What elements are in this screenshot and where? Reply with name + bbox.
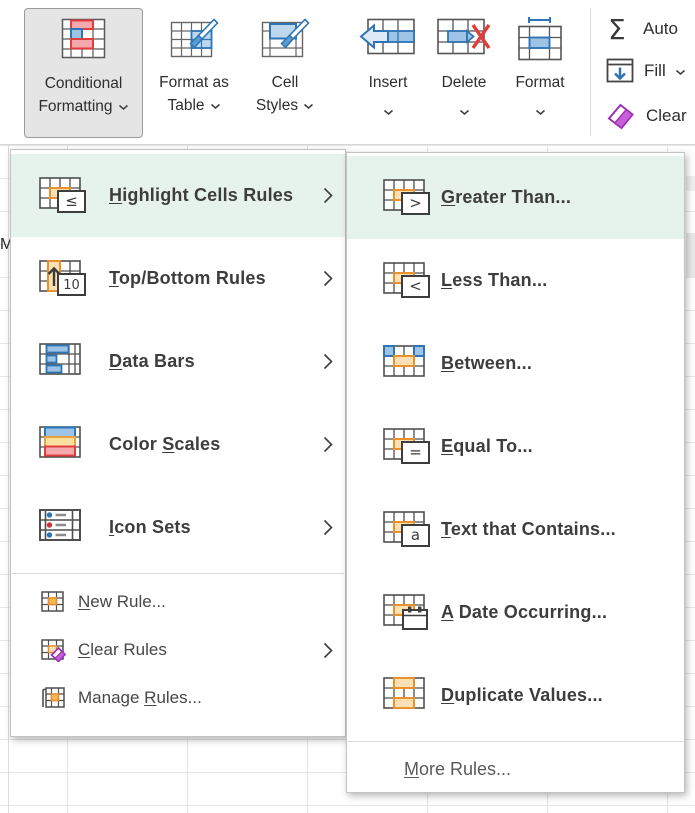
fill-down-icon <box>606 57 635 84</box>
chevron-down-icon <box>383 103 394 121</box>
less-than-icon: < <box>383 262 431 300</box>
submenu-item-less-than[interactable]: <Less Than... <box>347 239 684 322</box>
svg-text:<: < <box>409 277 422 295</box>
sigma-icon: Σ <box>606 13 634 45</box>
format-label: Format <box>515 71 564 94</box>
equal-to-icon: = <box>383 428 431 466</box>
text-that-contains-icon: a <box>383 511 431 549</box>
submenu-item-text-that-contains[interactable]: aText that Contains... <box>347 488 684 571</box>
svg-text:Σ: Σ <box>608 13 626 45</box>
insert-label: Insert <box>369 71 408 94</box>
format-as-table-icon <box>170 17 219 61</box>
svg-text:≤: ≤ <box>65 192 78 210</box>
submenu-arrow-icon <box>323 519 333 536</box>
ribbon-group-divider <box>590 8 591 136</box>
submenu-item-greater-than[interactable]: >Greater Than... <box>347 156 684 239</box>
delete-label: Delete <box>442 71 487 94</box>
between-icon <box>383 345 431 383</box>
spreadsheet-cell-fragment <box>686 233 695 277</box>
menu-separator <box>348 741 683 742</box>
delete-button[interactable]: Delete <box>428 8 500 136</box>
conditional-formatting-label: ConditionalFormatting <box>38 72 128 119</box>
fill-label: Fill <box>644 61 666 81</box>
menu-item-icon-sets[interactable]: Icon Sets <box>11 486 345 569</box>
menu-item-clear-rules[interactable]: Clear Rules <box>11 626 345 674</box>
data-bars-icon <box>39 343 87 381</box>
svg-text:a: a <box>411 526 420 544</box>
clear-rules-icon <box>41 638 66 662</box>
menu-item-manage-rules[interactable]: Manage Rules... <box>11 674 345 722</box>
cell-styles-label: CellStyles <box>256 71 314 118</box>
chevron-down-icon <box>535 103 546 121</box>
fill-button[interactable]: Fill <box>606 57 686 84</box>
format-as-table-label: Format asTable <box>159 71 229 118</box>
chevron-down-icon <box>210 94 221 117</box>
conditional-formatting-icon <box>61 18 107 60</box>
format-button[interactable]: Format <box>504 8 576 136</box>
submenu-item-equal-to[interactable]: =Equal To... <box>347 405 684 488</box>
chevron-down-icon <box>303 94 314 117</box>
highlight-cells-rules-submenu: >Greater Than...<Less Than...Between...=… <box>346 152 685 793</box>
conditional-formatting-menu: ≤Highlight Cells Rules10Top/Bottom Rules… <box>10 149 346 737</box>
duplicate-values-icon <box>383 677 431 715</box>
menu-separator <box>12 573 344 574</box>
svg-text:=: = <box>409 443 422 461</box>
greater-than-icon: > <box>383 179 431 217</box>
eraser-icon <box>606 100 637 131</box>
submenu-arrow-icon <box>323 642 333 659</box>
spreadsheet-cell-fragment <box>686 176 695 191</box>
top-bottom-rules-icon: 10 <box>39 260 87 298</box>
submenu-item-a-date-occurring[interactable]: A Date Occurring... <box>347 571 684 654</box>
menu-item-new-rule[interactable]: New Rule... <box>11 578 345 626</box>
conditional-formatting-button[interactable]: ConditionalFormatting <box>24 8 143 138</box>
menu-item-data-bars[interactable]: Data Bars <box>11 320 345 403</box>
submenu-arrow-icon <box>323 436 333 453</box>
autosum-button[interactable]: Σ Auto <box>606 13 678 45</box>
insert-button[interactable]: Insert <box>352 8 424 136</box>
chevron-down-icon <box>459 103 470 121</box>
insert-icon <box>359 17 417 57</box>
color-scales-icon <box>39 426 87 464</box>
manage-rules-icon <box>41 686 66 710</box>
submenu-item-between[interactable]: Between... <box>347 322 684 405</box>
cell-styles-button[interactable]: CellStyles <box>244 8 326 136</box>
svg-text:>: > <box>409 194 422 212</box>
clear-label: Clear <box>646 106 687 126</box>
highlight-cells-rules-icon: ≤ <box>39 177 87 215</box>
delete-icon <box>435 17 493 57</box>
submenu-arrow-icon <box>323 270 333 287</box>
clear-button[interactable]: Clear <box>606 100 687 131</box>
chevron-down-icon <box>675 61 686 81</box>
menu-item-highlight-cells-rules[interactable]: ≤Highlight Cells Rules <box>11 154 345 237</box>
submenu-arrow-icon <box>323 187 333 204</box>
excel-ribbon: ConditionalFormatting Format asTable CellS… <box>0 0 695 145</box>
svg-text:10: 10 <box>63 278 80 293</box>
submenu-item-duplicate-values[interactable]: Duplicate Values... <box>347 654 684 737</box>
icon-sets-icon <box>39 509 87 547</box>
submenu-arrow-icon <box>323 353 333 370</box>
cell-styles-icon <box>261 17 310 61</box>
new-rule-icon <box>41 590 66 614</box>
menu-item-color-scales[interactable]: Color Scales <box>11 403 345 486</box>
date-occurring-icon <box>383 594 431 632</box>
chevron-down-icon <box>118 95 129 118</box>
autosum-label: Auto <box>643 19 678 39</box>
format-as-table-button[interactable]: Format asTable <box>149 8 239 136</box>
submenu-item-more-rules[interactable]: More Rules... <box>347 746 684 792</box>
menu-item-top-bottom-rules[interactable]: 10Top/Bottom Rules <box>11 237 345 320</box>
format-icon <box>517 17 564 62</box>
